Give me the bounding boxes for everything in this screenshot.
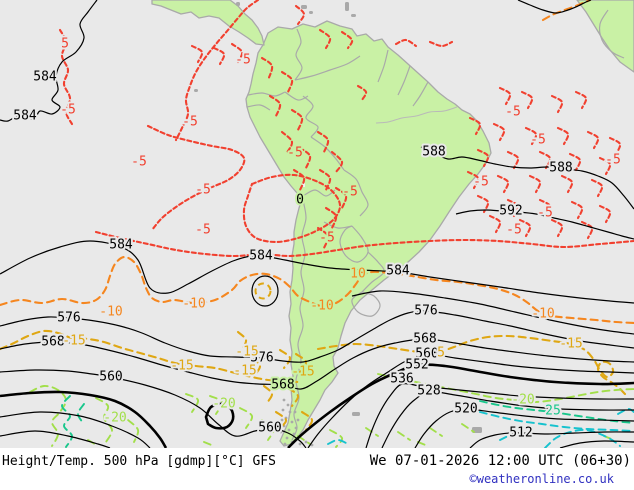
temperature-label: -5 <box>182 115 198 130</box>
temperature-label: -5 <box>505 105 521 120</box>
temperature-label: -20 <box>212 397 235 412</box>
temperature-label: -15 <box>559 337 582 352</box>
temperature-label: 10 <box>350 267 366 282</box>
temperature-label: -5 <box>342 185 358 200</box>
island <box>236 2 240 6</box>
height-label: 584 <box>13 109 37 124</box>
temperature-label: -15 <box>235 345 258 360</box>
height-label: 584 <box>249 249 273 264</box>
temperature-label: -5 <box>195 183 211 198</box>
temperature-label: -15 <box>291 365 314 380</box>
height-label: 576 <box>414 304 437 319</box>
temperature-label: -5 <box>195 223 211 238</box>
copyright-link[interactable]: ©weatheronline.co.uk <box>470 472 615 486</box>
map-svg: 5845845845845845885885925765685605765685… <box>0 0 634 448</box>
temperature-label: -15 <box>62 334 85 349</box>
island <box>345 2 349 11</box>
temperature-label: -20 <box>103 411 126 426</box>
height-label: 568 <box>41 335 64 350</box>
height-label: 592 <box>499 204 522 219</box>
height-label: 520 <box>454 402 477 417</box>
temperature-label: -5 <box>235 53 251 68</box>
island <box>309 11 313 14</box>
temperature-label: -5 <box>605 153 621 168</box>
temperature-label: 25 <box>545 404 561 419</box>
height-label: 560 <box>99 370 122 385</box>
temperature-label: -5 <box>319 231 335 246</box>
height-label: 512 <box>509 426 532 441</box>
height-label: 536 <box>390 372 413 387</box>
height-label: 584 <box>33 70 57 85</box>
island <box>194 89 198 92</box>
island <box>301 5 307 9</box>
temperature-label: -10 <box>99 305 122 320</box>
height-label: 568 <box>413 332 436 347</box>
height-label: 560 <box>258 421 281 436</box>
temperature-label: -5 <box>60 103 76 118</box>
height-label: 528 <box>417 384 440 399</box>
temperature-label: -10 <box>310 299 333 314</box>
footer-bar: Height/Temp. 500 hPa [gdmp][°C] GFS We 0… <box>0 448 634 490</box>
weather-map-page: 5845845845845845885885925765685605765685… <box>0 0 634 490</box>
weather-map: 5845845845845845885885925765685605765685… <box>0 0 634 452</box>
height-label: 576 <box>57 311 80 326</box>
height-label: 584 <box>386 264 410 279</box>
height-label: 568 <box>271 378 294 393</box>
temperature-label: 5 <box>437 346 445 361</box>
height-label: 0 <box>296 193 304 208</box>
temperature-label: -5 <box>530 133 546 148</box>
height-label: 552 <box>405 358 428 373</box>
temperature-label: -15 <box>170 359 193 374</box>
map-valid-time: We 07-01-2026 12:00 UTC (06+30) <box>370 453 631 469</box>
island <box>351 14 356 17</box>
temperature-label: -20 <box>511 393 534 408</box>
temperature-label: -10 <box>182 297 205 312</box>
height-label: 588 <box>422 145 445 160</box>
temperature-label: 5 <box>61 37 69 52</box>
island <box>352 412 360 416</box>
temperature-label: -5 <box>287 146 303 161</box>
temperature-label: -15 <box>233 364 256 379</box>
height-label: 584 <box>109 238 133 253</box>
height-label: 588 <box>549 161 572 176</box>
map-title: Height/Temp. 500 hPa [gdmp][°C] GFS <box>2 454 276 469</box>
temperature-label: -5 <box>131 155 147 170</box>
temperature-label: -10 <box>531 307 554 322</box>
temperature-label: -5 <box>506 223 522 238</box>
temperature-label: -5 <box>537 206 553 221</box>
temperature-label: -5 <box>473 175 489 190</box>
